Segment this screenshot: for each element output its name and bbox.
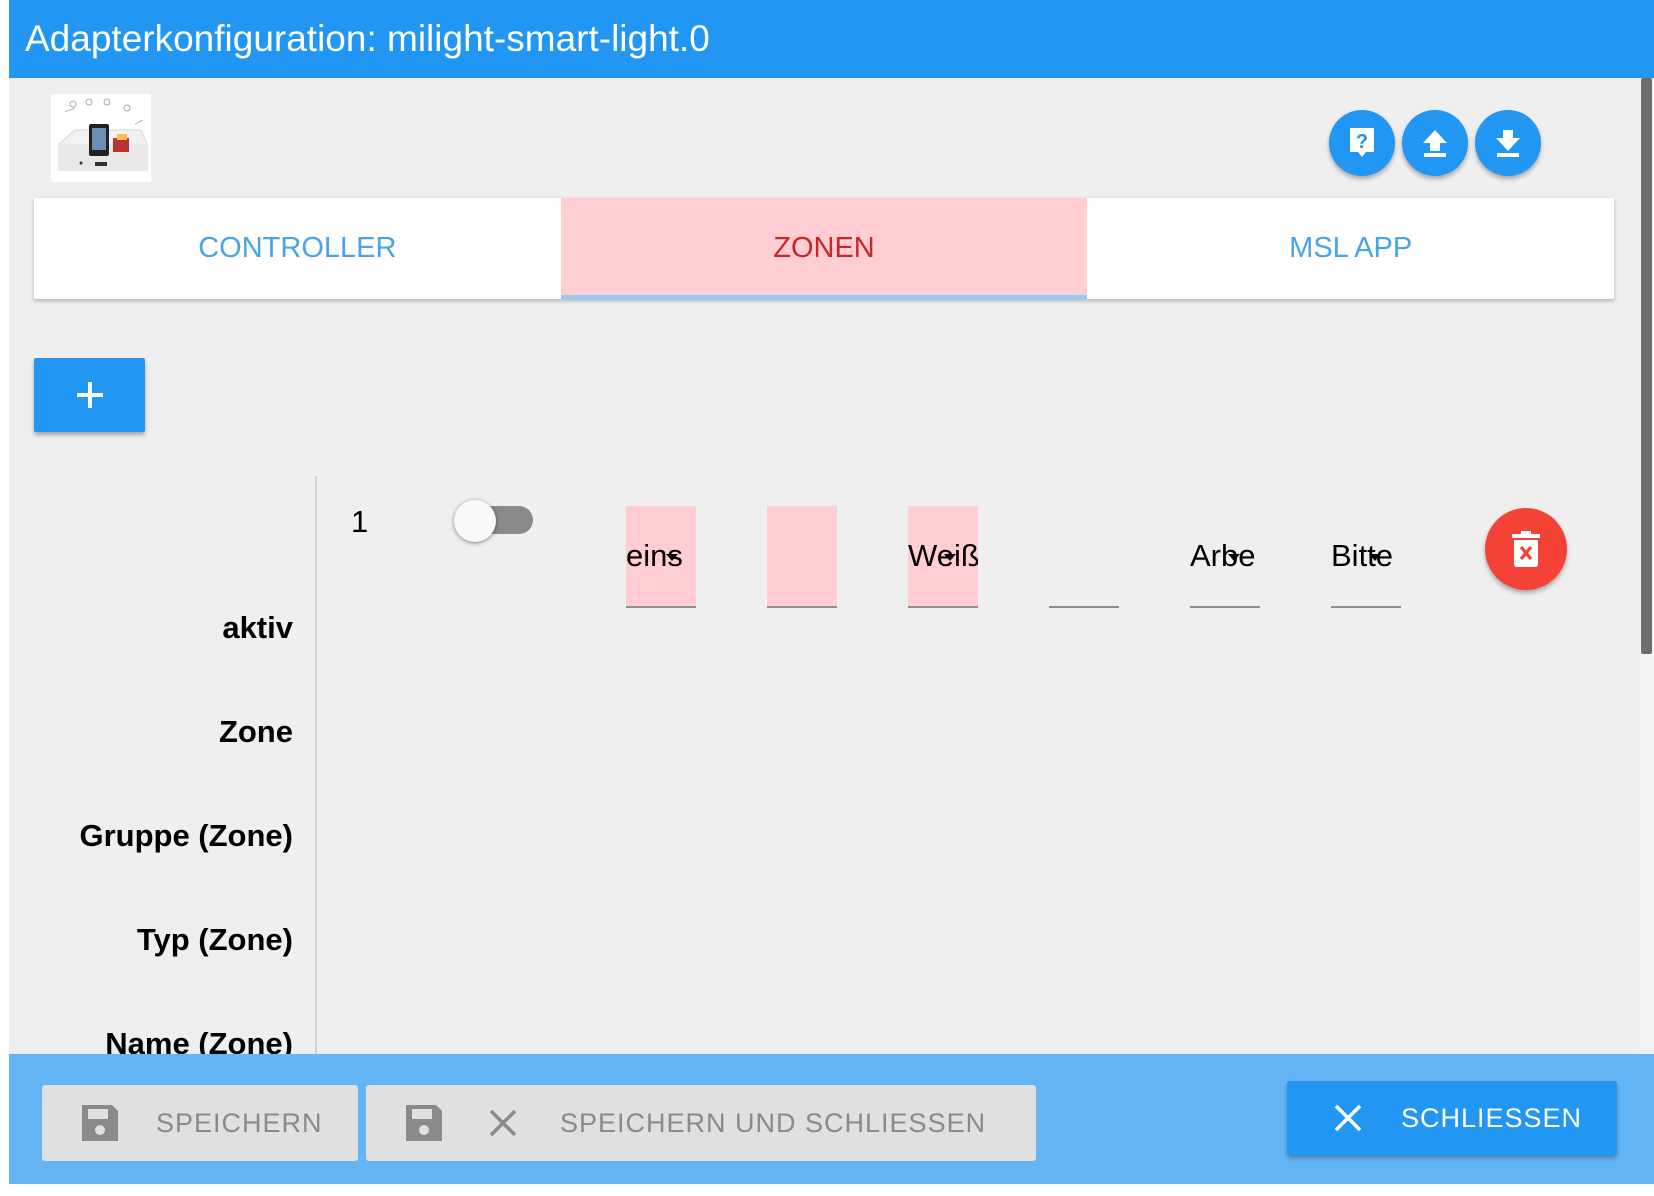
chevron-down-icon [944, 554, 956, 561]
label-typ: Typ (Zone) [136, 922, 293, 957]
config-panel: ? CONTROLLER ZONEN MSL APP aktiv Zone Gr… [9, 78, 1639, 1054]
upload-icon [1423, 130, 1447, 157]
type-select[interactable]: Weiß [908, 506, 978, 608]
type-value: Weiß [908, 538, 978, 573]
add-zone-button[interactable] [34, 358, 145, 432]
field5-value: Arbe [1190, 538, 1256, 573]
chevron-down-icon [666, 554, 678, 561]
column-divider [315, 476, 317, 1054]
zone-select[interactable]: eins [626, 506, 696, 608]
field6-value: Bitte [1331, 538, 1394, 573]
save-button[interactable]: SPEICHERN [42, 1085, 358, 1161]
download-icon [1496, 130, 1520, 157]
save-label: SPEICHERN [156, 1107, 323, 1138]
save-and-close-label: SPEICHERN UND SCHLIESSEN [560, 1107, 987, 1138]
name-input[interactable] [1049, 506, 1119, 608]
row-index: 1 [351, 504, 369, 539]
label-aktiv: aktiv [222, 610, 293, 645]
chevron-down-icon [1369, 554, 1381, 561]
plus-icon [76, 382, 103, 408]
group-select[interactable] [767, 506, 837, 608]
download-button[interactable] [1475, 110, 1541, 176]
help-button[interactable]: ? [1329, 110, 1395, 176]
close-button[interactable]: SCHLIESSEN [1287, 1081, 1617, 1155]
field5-select[interactable]: Arbe [1190, 506, 1260, 608]
tab-zonen[interactable]: ZONEN [560, 198, 1088, 299]
upload-button[interactable] [1402, 110, 1468, 176]
adapter-logo [51, 94, 151, 182]
save-icon [82, 1105, 118, 1141]
tab-msl-app[interactable]: MSL APP [1087, 198, 1614, 299]
close-icon [1334, 1104, 1362, 1132]
label-name: Name (Zone) [105, 1026, 293, 1054]
label-zone: Zone [218, 714, 293, 749]
delete-row-button[interactable] [1485, 508, 1567, 590]
help-icon: ? [1350, 128, 1374, 157]
save-and-close-button[interactable]: SPEICHERN UND SCHLIESSEN [366, 1085, 1036, 1161]
save-icon [406, 1105, 442, 1141]
scrollbar-thumb[interactable] [1641, 78, 1652, 654]
close-icon [489, 1109, 517, 1137]
active-toggle-knob[interactable] [454, 500, 496, 542]
window-bottom-edge [0, 1184, 1654, 1196]
window-title: Adapterkonfiguration: milight-smart-ligh… [9, 0, 1654, 78]
tab-controller[interactable]: CONTROLLER [34, 198, 561, 299]
svg-text:?: ? [1356, 131, 1368, 153]
delete-icon [1512, 531, 1540, 567]
close-label: SCHLIESSEN [1401, 1102, 1583, 1133]
chevron-down-icon [1228, 554, 1240, 561]
label-gruppe: Gruppe (Zone) [79, 818, 293, 853]
field6-select[interactable]: Bitte [1331, 506, 1401, 608]
tab-bar: CONTROLLER ZONEN MSL APP [34, 198, 1614, 299]
footer-bar: SPEICHERN SPEICHERN UND SCHLIESSEN SCHLI… [9, 1054, 1654, 1184]
